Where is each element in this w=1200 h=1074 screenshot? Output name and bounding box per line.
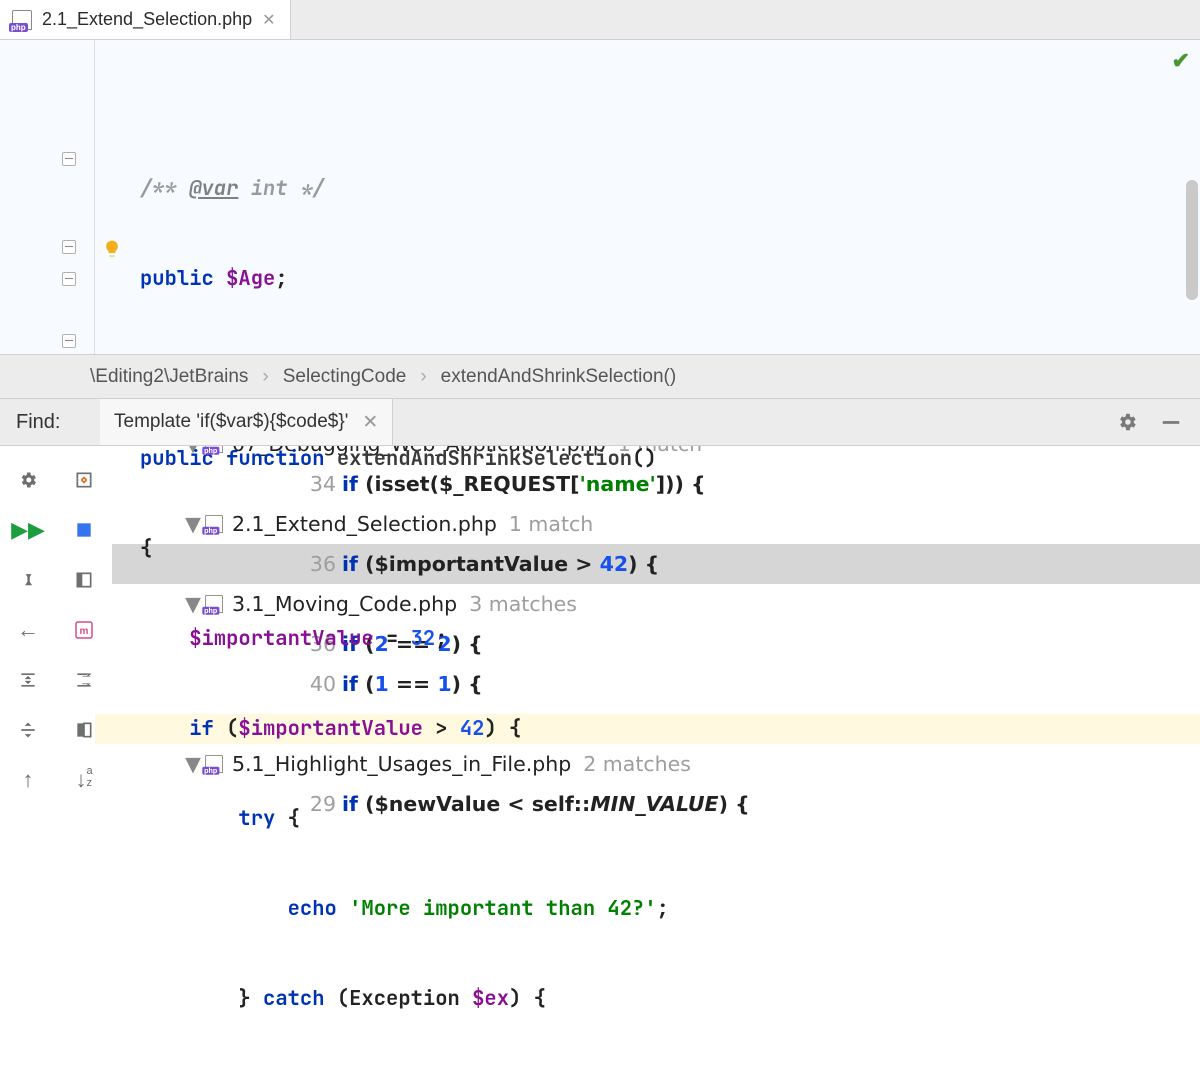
editor-tab[interactable]: 2.1_Extend_Selection.php ✕ [0, 0, 291, 39]
keyword: try [238, 805, 275, 832]
keyword: if [189, 715, 214, 742]
find-label: Find: [0, 411, 100, 434]
scrollbar-thumb[interactable] [1186, 180, 1198, 300]
close-icon[interactable]: ✕ [262, 10, 275, 30]
code-area[interactable]: ✔ /** @var int */ public $Age; public fu… [95, 40, 1200, 354]
variable: $ex [472, 985, 509, 1012]
pin-icon[interactable] [16, 568, 40, 592]
operator: = [374, 625, 411, 652]
collapse-all-icon[interactable] [16, 718, 40, 742]
function-name: extendAndShrinkSelection [337, 445, 632, 472]
tab-filename: 2.1_Extend_Selection.php [42, 9, 252, 30]
fold-marker-icon[interactable] [62, 272, 76, 286]
fold-marker-icon[interactable] [62, 152, 76, 166]
layout-icon[interactable] [72, 518, 96, 542]
number: 42 [460, 715, 485, 742]
up-arrow-icon[interactable]: ↑ [16, 768, 40, 792]
comment-text: int */ [238, 175, 324, 202]
back-arrow-icon[interactable]: ← [16, 618, 40, 642]
fold-marker-icon[interactable] [62, 334, 76, 348]
variable: $importantValue [238, 715, 423, 742]
filter-icon[interactable] [72, 718, 96, 742]
doc-tag: @var [189, 175, 238, 202]
keyword: catch [263, 985, 325, 1012]
svg-text:m: m [80, 626, 89, 637]
variable: $Age [226, 265, 275, 292]
gear-icon[interactable] [16, 468, 40, 492]
brace: ) { [484, 715, 521, 742]
brace: { [275, 805, 300, 832]
editor: ✔ /** @var int */ public $Age; public fu… [0, 40, 1200, 354]
variable: $importantValue [189, 625, 374, 652]
php-file-icon [205, 755, 223, 773]
args: (Exception [325, 985, 473, 1012]
editor-tabbar: 2.1_Extend_Selection.php ✕ [0, 0, 1200, 40]
php-file-icon [205, 515, 223, 533]
regex-icon[interactable]: m [72, 618, 96, 642]
php-file-icon [205, 446, 223, 453]
expand-all-icon[interactable] [16, 668, 40, 692]
scroll-to-source-icon[interactable] [72, 468, 96, 492]
number: 32 [411, 625, 436, 652]
keyword: public [140, 265, 214, 292]
analysis-ok-icon: ✔ [1172, 46, 1190, 76]
find-toolbar-col-1: ▶▶ ← ↑ [0, 446, 56, 831]
editor-gutter [0, 40, 95, 354]
keyword: echo [288, 895, 337, 922]
brace: { [140, 535, 152, 562]
highlighted-line: if ($importantValue > 42) { [95, 714, 1200, 744]
rerun-icon[interactable]: ▶▶ [16, 518, 40, 542]
php-file-icon [12, 10, 32, 30]
brace: } [238, 985, 263, 1012]
php-file-icon [205, 595, 223, 613]
keyword: function [226, 445, 324, 472]
sort-icon[interactable]: ↓az [72, 768, 96, 792]
brace: ) { [509, 985, 546, 1012]
preview-usages-icon[interactable] [72, 568, 96, 592]
string: 'More important than 42?' [349, 895, 657, 922]
fold-marker-icon[interactable] [62, 240, 76, 254]
export-icon[interactable] [72, 668, 96, 692]
operator: > [423, 715, 460, 742]
